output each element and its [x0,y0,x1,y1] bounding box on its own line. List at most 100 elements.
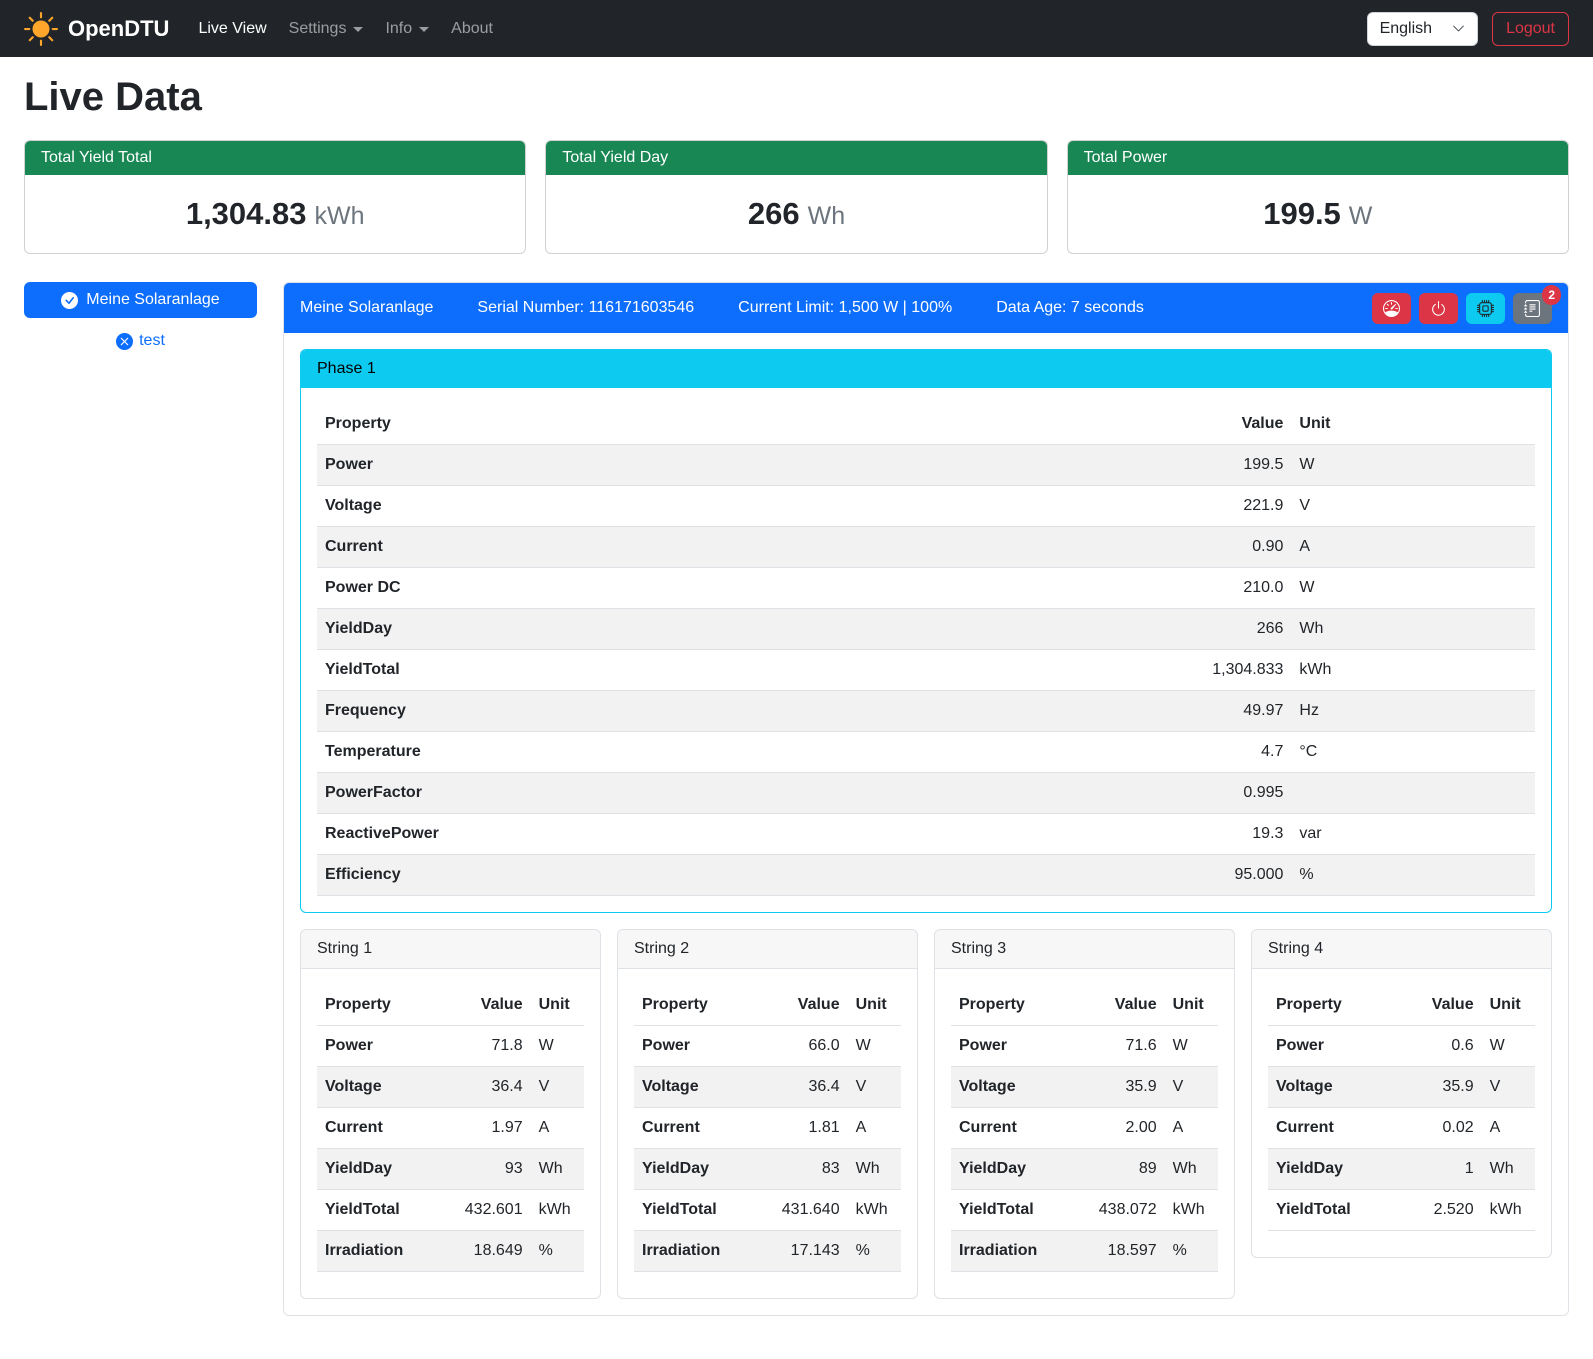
table-header-row: Property Value Unit [951,985,1218,1026]
property-unit: A [1165,1108,1218,1149]
property-unit: W [1165,1026,1218,1067]
summary-card-body: 199.5W [1068,175,1568,253]
page-container: Live Data Total Yield Total 1,304.83kWh … [0,75,1593,1344]
table-row: Voltage 36.4 V [317,1067,584,1108]
property-value: 83 [774,1149,848,1190]
table-row: Frequency 49.97 Hz [317,691,1535,732]
property-label: Power DC [317,568,1181,609]
property-unit: Wh [1291,609,1535,650]
property-label: Voltage [317,486,1181,527]
brand-label: OpenDTU [68,16,169,42]
property-label: Irradiation [317,1231,457,1272]
property-unit: A [1291,527,1535,568]
column-value: Value [774,985,848,1026]
table-header-row: Property Value Unit [634,985,901,1026]
table-row: Current 1.97 A [317,1108,584,1149]
chip-icon [1477,300,1494,317]
column-property: Property [951,985,1091,1026]
inverter-test-link[interactable]: test [24,332,257,350]
column-unit: Unit [1482,985,1535,1026]
summary-card-body: 1,304.83 kWh [25,175,525,253]
summary-card-unit: kWh [315,202,365,230]
nav-item-live-view[interactable]: Live View [187,12,277,46]
property-label: Power [951,1026,1091,1067]
property-unit: kWh [531,1190,584,1231]
property-unit: Wh [1165,1149,1218,1190]
property-label: YieldTotal [634,1190,774,1231]
table-row: YieldTotal 1,304.833 kWh [317,650,1535,691]
property-value: 4.7 [1181,732,1291,773]
summary-card-unit: Wh [808,202,846,230]
logout-button[interactable]: Logout [1492,12,1569,46]
string-table: Property Value Unit Power 71.6 W Voltage… [951,985,1218,1272]
string-body: Property Value Unit Power 0.6 W Voltage … [1252,969,1551,1257]
inverter-panel-body: Phase 1 Property Value Unit Power [284,333,1568,1315]
table-row: Current 0.90 A [317,527,1535,568]
table-row: YieldDay 89 Wh [951,1149,1218,1190]
table-row: Current 0.02 A [1268,1108,1535,1149]
property-value: 19.3 [1181,814,1291,855]
inverter-panel: Meine Solaranlage Serial Number: 1161716… [283,282,1569,1316]
property-unit: kWh [1291,650,1535,691]
property-value: 0.6 [1412,1026,1482,1067]
gauge-icon [1383,300,1400,317]
property-value: 89 [1091,1149,1165,1190]
property-label: Power [634,1026,774,1067]
string-table: Property Value Unit Power 66.0 W Voltage… [634,985,901,1272]
main-row: Meine Solaranlage test Meine Solaranlage… [24,282,1569,1316]
property-label: Frequency [317,691,1181,732]
journal-icon [1524,300,1541,317]
phase-table: Property Value Unit Power 199.5 W Voltag… [317,404,1535,896]
nav-links: Live View Settings Info About [187,12,504,46]
language-select[interactable]: English [1367,12,1478,46]
table-row: Voltage 36.4 V [634,1067,901,1108]
table-row: Voltage 221.9 V [317,486,1535,527]
limit-settings-button[interactable] [1372,293,1411,324]
summary-card-value: 266 [748,196,800,231]
nav-item-info[interactable]: Info [374,12,440,46]
property-label: YieldDay [634,1149,774,1190]
property-unit: V [1291,486,1535,527]
property-unit: kWh [1165,1190,1218,1231]
property-label: Irradiation [634,1231,774,1272]
property-unit: var [1291,814,1535,855]
summary-card-body: 266 Wh [546,175,1046,253]
property-label: YieldDay [317,609,1181,650]
column-value: Value [1091,985,1165,1026]
device-info-button[interactable] [1466,293,1505,324]
sun-icon [24,12,58,46]
table-row: Current 2.00 A [951,1108,1218,1149]
property-unit [1291,773,1535,814]
property-label: Power [317,1026,457,1067]
brand[interactable]: OpenDTU [24,12,169,46]
column-unit: Unit [531,985,584,1026]
property-value: 266 [1181,609,1291,650]
summary-card-value: 1,304.83 [186,196,307,231]
property-label: Efficiency [317,855,1181,896]
property-unit: W [531,1026,584,1067]
property-label: YieldTotal [1268,1190,1412,1231]
string-card-4: String 4 Property Value Unit [1251,929,1552,1258]
string-title: String 4 [1252,930,1551,969]
chevron-down-icon [1452,22,1465,35]
inverter-panel-header: Meine Solaranlage Serial Number: 1161716… [284,283,1568,333]
inverter-select-button[interactable]: Meine Solaranlage [24,282,257,318]
column-value: Value [1181,404,1291,445]
inverter-panel-actions: 2 [1372,293,1552,324]
property-label: YieldDay [1268,1149,1412,1190]
event-log-button[interactable]: 2 [1513,293,1552,324]
power-button[interactable] [1419,293,1458,324]
column-property: Property [317,985,457,1026]
property-label: YieldTotal [317,1190,457,1231]
table-row: YieldDay 93 Wh [317,1149,584,1190]
language-selected: English [1380,20,1432,38]
property-value: 18.649 [457,1231,531,1272]
nav-item-settings[interactable]: Settings [278,12,375,46]
nav-item-about[interactable]: About [440,12,504,46]
table-row: Power 71.6 W [951,1026,1218,1067]
property-unit: V [848,1067,901,1108]
nav-label: About [451,20,493,38]
property-label: Current [1268,1108,1412,1149]
property-unit: W [1482,1026,1535,1067]
property-label: Voltage [317,1067,457,1108]
